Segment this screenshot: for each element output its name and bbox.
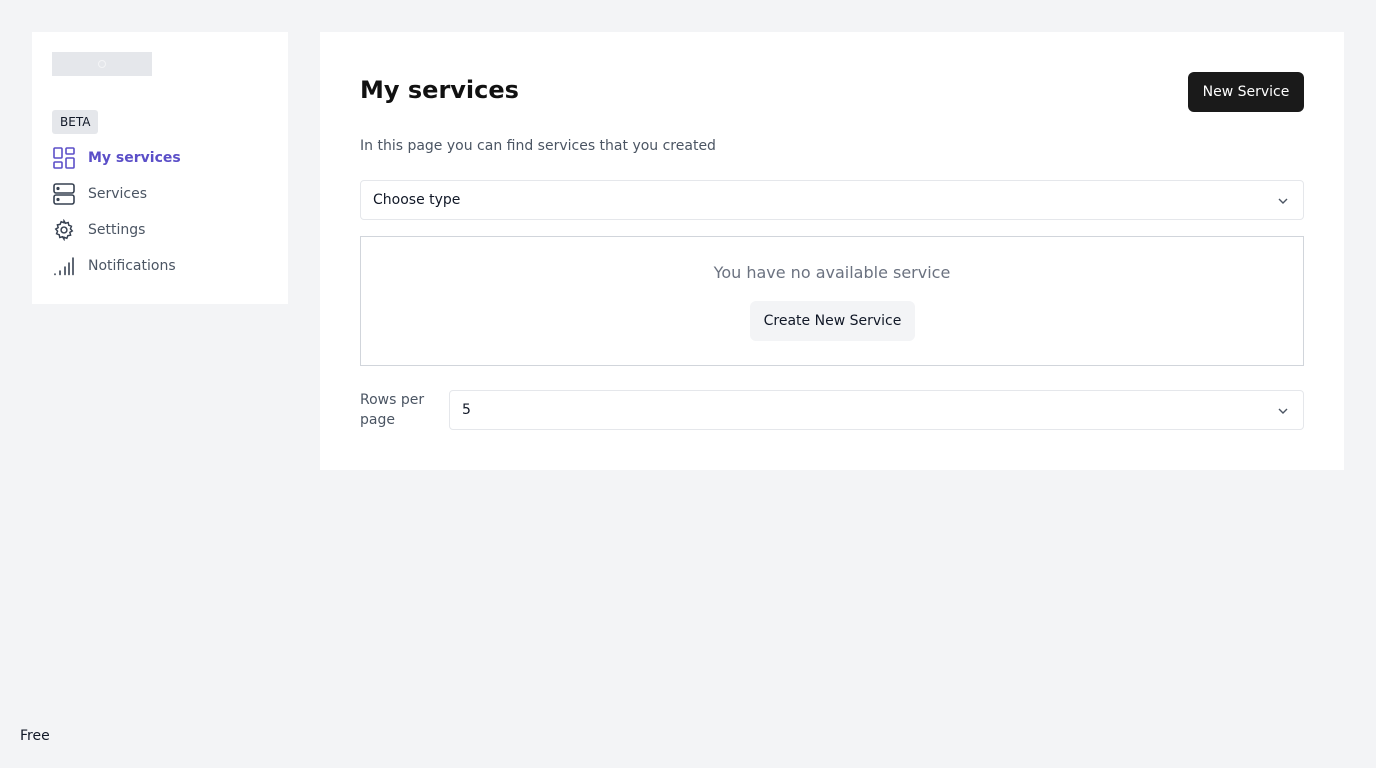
sidebar-item-settings[interactable]: Settings [52,212,272,248]
plan-label: Free [20,728,50,744]
new-service-button[interactable]: New Service [1188,72,1304,112]
rows-per-page-label: Rows per page [360,392,425,428]
chevron-down-icon [1277,405,1289,417]
sidebar-item-label: Settings [88,222,146,238]
beta-badge: BETA [52,110,99,134]
sidebar-item-notifications[interactable]: Notifications [52,248,272,284]
chevron-down-icon [1277,195,1289,207]
page-subtitle: In this page you can find services that … [360,138,716,154]
gear-icon [52,218,76,242]
empty-state: You have no available service Create New… [360,236,1304,366]
create-new-service-button[interactable]: Create New Service [750,301,915,341]
sidebar-item-services[interactable]: Services [52,176,272,212]
page-title: My services [360,76,519,104]
rows-per-page-select[interactable]: 5 [449,390,1304,430]
rows-per-page-value: 5 [462,402,471,418]
sidebar-item-my-services[interactable]: My services [52,140,272,176]
sidebar-item-label: My services [88,150,181,166]
empty-state-message: You have no available service [713,263,951,282]
signal-bars-icon [52,254,76,278]
type-select-value: Choose type [373,192,461,208]
grid-icon [52,146,76,170]
sidebar: BETA My services Services Settings Notif… [32,32,288,304]
sidebar-item-label: Notifications [88,258,176,274]
sidebar-item-label: Services [88,186,148,202]
logo[interactable] [52,52,152,76]
sidebar-nav: My services Services Settings Notificati… [52,140,272,284]
type-select[interactable]: Choose type [360,180,1304,220]
main-panel: My services New Service In this page you… [320,32,1344,470]
logo-mark [98,60,106,68]
server-icon [52,182,76,206]
